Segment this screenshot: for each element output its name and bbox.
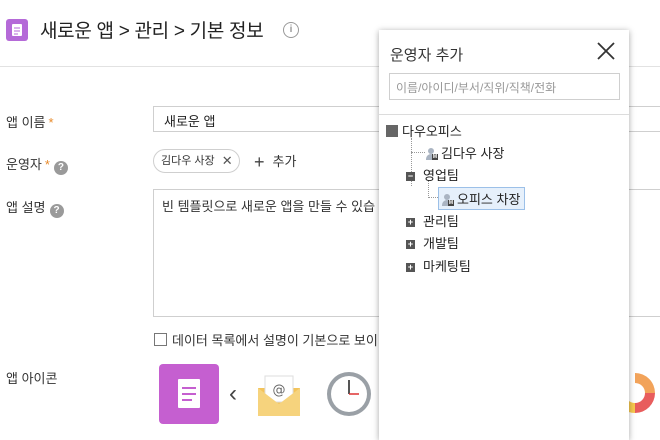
tree-node-dept[interactable]: + 관리팀: [406, 211, 459, 230]
selected-app-icon[interactable]: [159, 364, 219, 424]
show-description-checkbox[interactable]: 데이터 목록에서 설명이 기본으로 보이: [154, 330, 378, 349]
breadcrumb-separator: >: [173, 21, 185, 42]
desc-label: 앱 설명?: [6, 197, 64, 218]
name-label: 앱 이름 *: [6, 115, 54, 130]
tree-node-dept[interactable]: + 개발팀: [406, 233, 459, 252]
breadcrumb: 새로운 앱 > 관리 > 기본 정보: [40, 16, 264, 43]
user-icon: M: [425, 148, 438, 160]
collapse-icon[interactable]: −: [406, 172, 415, 181]
breadcrumb-separator: >: [118, 21, 130, 42]
checkbox-icon[interactable]: [154, 333, 167, 346]
app-badge-icon: [6, 19, 28, 41]
expand-icon[interactable]: +: [406, 218, 415, 227]
expand-icon[interactable]: +: [406, 263, 415, 272]
breadcrumb-app[interactable]: 새로운 앱: [40, 21, 114, 42]
add-operator-popup: 운영자 추가 이름/아이디/부서/직위/직책/전화 다우오피스 M 김다우 사장 …: [379, 30, 629, 440]
icon-label: 앱 아이콘: [6, 371, 58, 386]
tree-node-root[interactable]: 다우오피스: [386, 121, 462, 140]
operator-search-input[interactable]: 이름/아이디/부서/직위/직책/전화: [389, 73, 620, 100]
divider: [379, 114, 629, 115]
tree-node-dept[interactable]: + 마케팅팀: [406, 256, 471, 275]
svg-text:@: @: [273, 383, 286, 398]
building-icon: [386, 125, 398, 137]
plus-icon: +: [254, 152, 265, 172]
tree-node-dept-expanded[interactable]: − 영업팀: [406, 165, 459, 184]
tree-node-user[interactable]: M 김다우 사장: [425, 143, 504, 162]
breadcrumb-page: 기본 정보: [189, 21, 264, 42]
clock-icon[interactable]: [323, 368, 375, 425]
close-icon[interactable]: [596, 41, 616, 61]
operator-chip: 김다우 사장 ✕: [153, 149, 240, 173]
user-icon: M: [441, 194, 454, 206]
mail-icon[interactable]: @: [255, 370, 303, 423]
add-operator-button[interactable]: + 추가: [254, 151, 296, 173]
breadcrumb-section[interactable]: 관리: [135, 21, 170, 42]
popup-title: 운영자 추가: [390, 47, 464, 64]
help-icon[interactable]: ?: [53, 161, 68, 175]
tree-connector: [411, 152, 425, 153]
help-icon[interactable]: ?: [49, 204, 64, 218]
info-icon[interactable]: i: [283, 22, 299, 38]
tree-node-user-selected[interactable]: M 오피스 차장: [438, 187, 526, 210]
operator-label: 운영자 *?: [6, 154, 68, 175]
remove-chip-icon[interactable]: ✕: [222, 150, 233, 172]
expand-icon[interactable]: +: [406, 240, 415, 249]
prev-icon-arrow[interactable]: ‹: [229, 380, 237, 408]
